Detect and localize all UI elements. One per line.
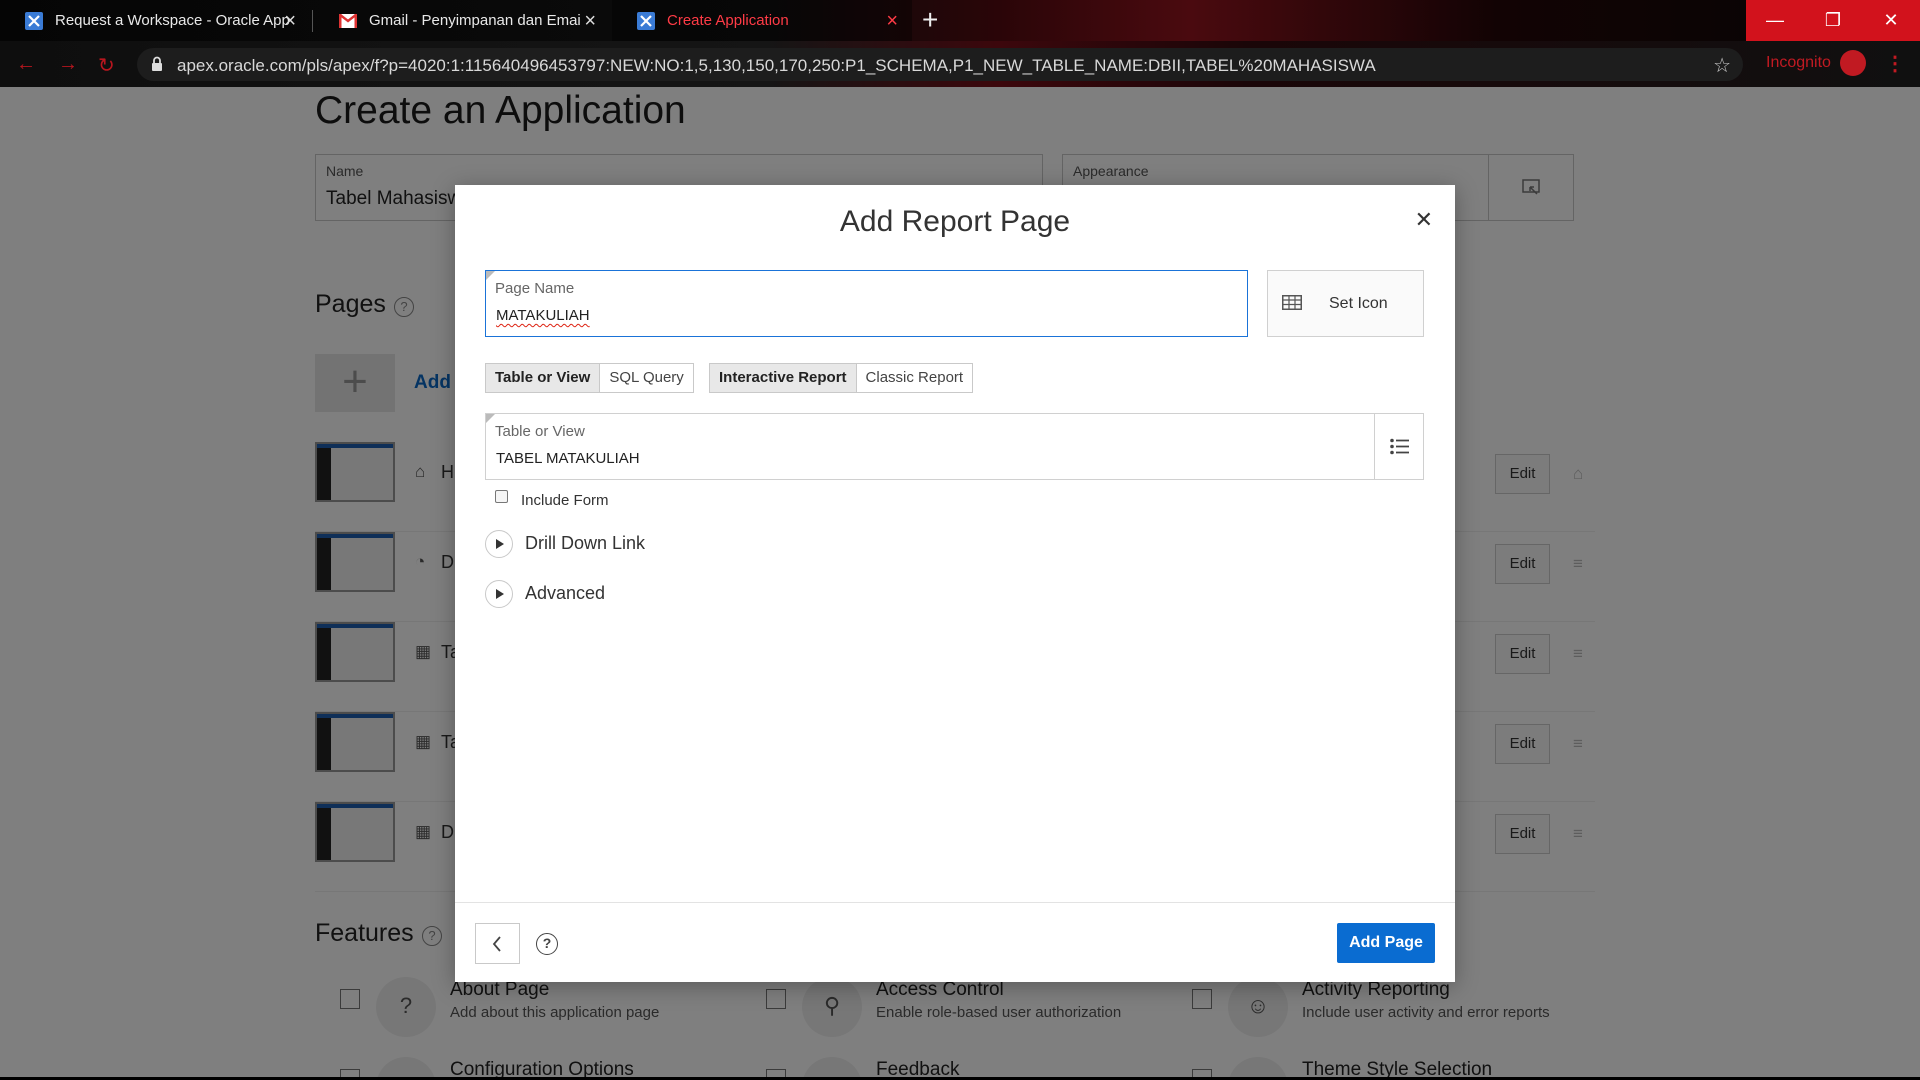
tab-separator [312,10,313,32]
dialog-footer: ? Add Page [455,902,1455,982]
help-icon[interactable]: ? [536,933,558,955]
minimize-icon[interactable]: — [1746,0,1804,41]
list-icon [1390,438,1410,460]
tab-title: Request a Workspace - Oracle Application… [55,12,290,29]
tab-title: Gmail - Penyimpanan dan Email Gratis [369,12,581,29]
set-icon-label: Set Icon [1329,295,1388,312]
close-tab-icon[interactable]: × [886,10,898,33]
report-type-radio-group: Interactive Report Classic Report [709,363,974,393]
drill-down-link-label[interactable]: Drill Down Link [525,533,645,554]
list-of-values-button[interactable] [1374,414,1424,480]
add-page-button[interactable]: Add Page [1337,923,1435,963]
back-arrow-icon[interactable]: ← [16,53,36,76]
add-report-page-dialog: Add Report Page ✕ Page Name MATAKULIAH S… [455,185,1455,982]
window-controls: — ❐ ✕ [1746,0,1920,41]
tab-gmail[interactable]: Gmail - Penyimpanan dan Email Gratis × [314,0,610,41]
incognito-label: Incognito [1766,54,1831,71]
apex-icon [25,11,43,30]
set-icon-button[interactable]: Set Icon [1267,270,1424,337]
window-close-icon[interactable]: ✕ [1862,0,1920,41]
tab-create-application[interactable]: Create Application × [612,0,912,41]
restore-icon[interactable]: ❐ [1804,0,1862,41]
expand-icon[interactable] [485,580,513,608]
radio-classic-report[interactable]: Classic Report [856,364,973,392]
advanced-label[interactable]: Advanced [525,583,605,604]
radio-interactive-report[interactable]: Interactive Report [710,364,857,392]
source-type-radio-group: Table or View SQL Query [485,363,694,393]
page-name-field[interactable]: Page Name MATAKULIAH [485,270,1248,337]
back-button[interactable] [475,923,520,964]
new-tab-icon[interactable]: + [922,4,938,36]
reload-icon[interactable]: ↻ [98,53,115,78]
bookmark-star-icon[interactable]: ☆ [1713,53,1731,78]
page-name-label: Page Name [495,280,575,297]
close-icon[interactable]: ✕ [1415,207,1433,233]
browser-menu-icon[interactable]: ⋮ [1885,51,1905,76]
required-corner [486,271,495,280]
expand-icon[interactable] [485,530,513,558]
include-form-checkbox[interactable] [495,490,508,503]
table-or-view-field[interactable]: Table or View TABEL MATAKULIAH [485,413,1424,480]
close-tab-icon[interactable]: × [284,10,296,33]
url-text: apex.oracle.com/pls/apex/f?p=4020:1:1156… [177,56,1376,75]
browser-toolbar: ← → ↻ apex.oracle.com/pls/apex/f?p=4020:… [0,41,1920,87]
incognito-icon[interactable] [1840,50,1866,76]
dialog-title: Add Report Page [839,205,1071,238]
chevron-left-icon [492,936,502,957]
apex-icon [637,11,655,30]
table-or-view-input[interactable]: TABEL MATAKULIAH [496,450,640,467]
table-icon [1282,295,1302,315]
page-name-input[interactable]: MATAKULIAH [496,307,590,324]
tab-title: Create Application [667,12,789,29]
browser-tab-bar: Request a Workspace - Oracle Application… [0,0,1920,41]
address-bar[interactable]: apex.oracle.com/pls/apex/f?p=4020:1:1156… [137,48,1743,81]
tab-request-workspace[interactable]: Request a Workspace - Oracle Application… [0,0,310,41]
close-tab-icon[interactable]: × [584,10,596,33]
required-corner [486,414,495,423]
table-or-view-label: Table or View [495,423,585,440]
radio-sql-query[interactable]: SQL Query [600,364,693,392]
include-form-label[interactable]: Include Form [521,492,609,509]
lock-icon [151,56,163,77]
radio-table-or-view[interactable]: Table or View [486,364,601,392]
forward-arrow-icon[interactable]: → [58,53,78,76]
gmail-icon [339,12,357,30]
